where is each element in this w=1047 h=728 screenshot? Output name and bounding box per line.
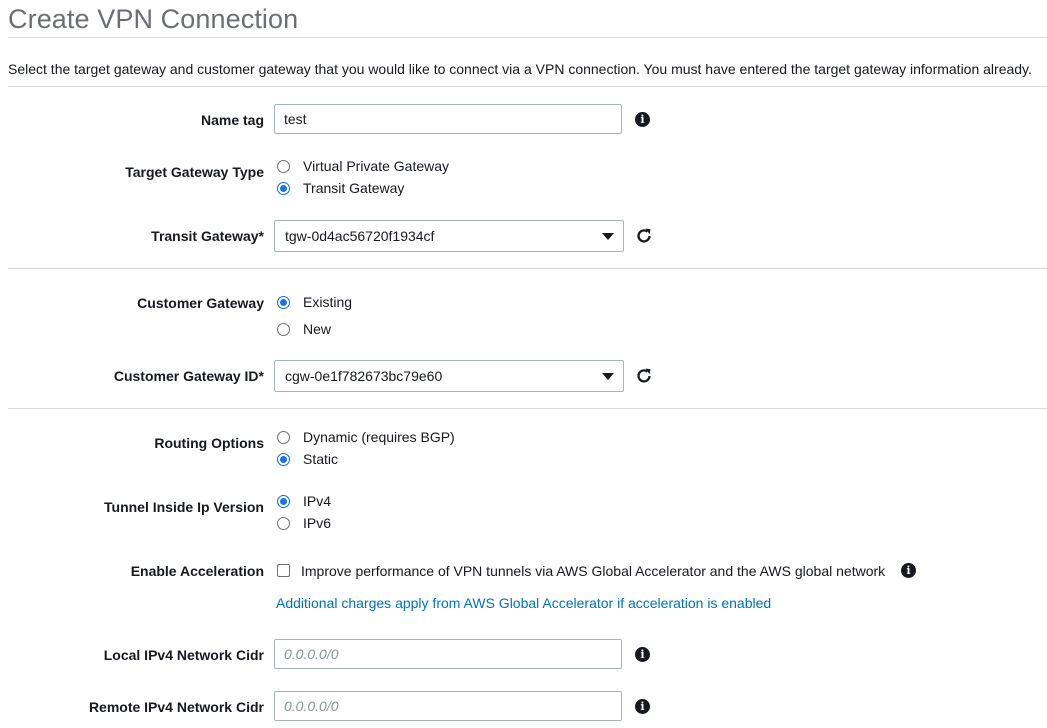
info-icon[interactable]: i bbox=[635, 699, 650, 714]
tunnel-ip-version-label: Tunnel Inside Ip Version bbox=[104, 499, 264, 515]
customer-gateway-label: Customer Gateway bbox=[137, 295, 264, 311]
page-title: Create VPN Connection bbox=[8, 4, 299, 34]
radio-label: Dynamic (requires BGP) bbox=[303, 429, 455, 445]
divider bbox=[8, 86, 1047, 87]
transit-gateway-label: Transit Gateway* bbox=[151, 228, 264, 244]
radio-label: IPv4 bbox=[303, 493, 332, 509]
info-icon[interactable]: i bbox=[635, 647, 650, 662]
name-tag-input[interactable] bbox=[274, 104, 622, 134]
radio-button[interactable] bbox=[277, 323, 290, 336]
select-value: tgw-0d4ac56720f1934cf bbox=[285, 228, 435, 244]
acceleration-checkbox[interactable] bbox=[277, 564, 290, 577]
radio-button[interactable] bbox=[277, 517, 290, 530]
radio-button-selected[interactable] bbox=[277, 182, 290, 195]
remote-cidr-label: Remote IPv4 Network Cidr bbox=[88, 699, 264, 715]
local-cidr-label: Local IPv4 Network Cidr bbox=[103, 647, 264, 663]
refresh-icon[interactable] bbox=[634, 366, 654, 386]
radio-button-selected[interactable] bbox=[277, 495, 290, 508]
radio-label: Virtual Private Gateway bbox=[303, 158, 450, 174]
page-description: Select the target gateway and customer g… bbox=[8, 61, 1032, 77]
chevron-down-icon bbox=[602, 233, 614, 240]
radio-label: New bbox=[303, 321, 332, 337]
radio-label: IPv6 bbox=[303, 515, 332, 531]
transit-gateway-select[interactable]: tgw-0d4ac56720f1934cf bbox=[274, 220, 624, 252]
radio-label: Existing bbox=[303, 294, 353, 310]
divider bbox=[8, 37, 1047, 38]
radio-button-selected[interactable] bbox=[277, 296, 290, 309]
divider bbox=[8, 408, 1047, 409]
customer-gateway-id-label: Customer Gateway ID* bbox=[113, 368, 264, 384]
name-tag-label: Name tag bbox=[200, 112, 264, 128]
local-cidr-input[interactable] bbox=[274, 639, 622, 669]
acceleration-checkbox-label: Improve performance of VPN tunnels via A… bbox=[301, 563, 886, 579]
remote-cidr-input[interactable] bbox=[274, 691, 622, 721]
divider bbox=[8, 268, 1047, 269]
routing-options-label: Routing Options bbox=[154, 435, 264, 451]
chevron-down-icon bbox=[602, 373, 614, 380]
select-value: cgw-0e1f782673bc79e60 bbox=[285, 368, 443, 384]
acceleration-charges-link[interactable]: Additional charges apply from AWS Global… bbox=[276, 595, 771, 611]
enable-acceleration-label: Enable Acceleration bbox=[130, 563, 264, 579]
radio-label: Static bbox=[303, 451, 339, 467]
radio-button[interactable] bbox=[277, 160, 290, 173]
info-icon[interactable]: i bbox=[635, 112, 650, 127]
info-icon[interactable]: i bbox=[901, 563, 916, 578]
radio-label: Transit Gateway bbox=[303, 180, 405, 196]
radio-button[interactable] bbox=[277, 431, 290, 444]
refresh-icon[interactable] bbox=[634, 226, 654, 246]
radio-button-selected[interactable] bbox=[277, 453, 290, 466]
customer-gateway-id-select[interactable]: cgw-0e1f782673bc79e60 bbox=[274, 360, 624, 392]
target-gateway-type-label: Target Gateway Type bbox=[125, 164, 264, 180]
